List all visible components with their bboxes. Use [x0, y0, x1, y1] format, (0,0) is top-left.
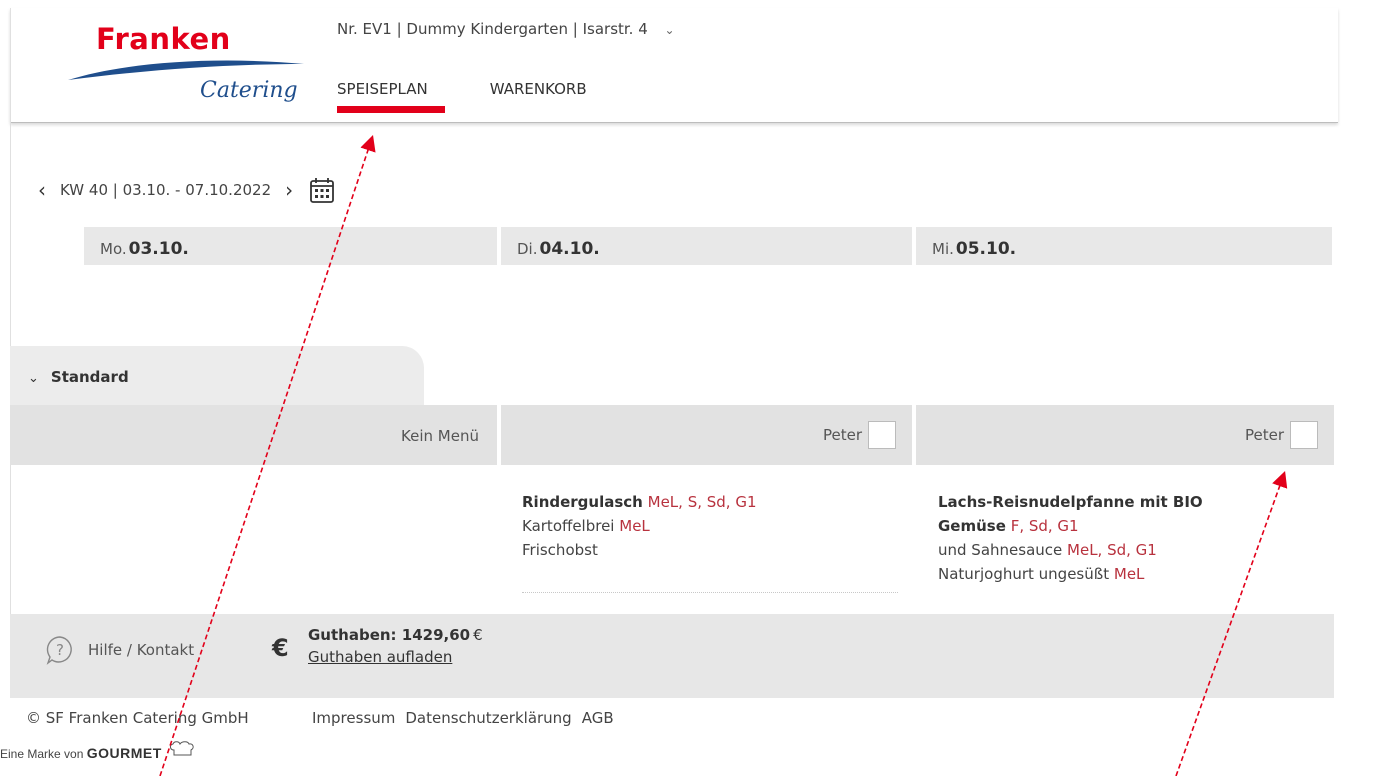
choice-cell-tuesday: Peter [501, 405, 912, 465]
logo-script: Catering [200, 78, 298, 103]
app-header: Franken Catering Nr. EV1 | Dummy Kinderg… [10, 8, 1338, 123]
footer-bar: ? Hilfe / Kontakt € Guthaben: 1429,60 € G… [10, 614, 1334, 698]
tab-speiseplan[interactable]: SPEISEPLAN [337, 80, 445, 113]
meal-divider [522, 592, 898, 593]
meal-title: Lachs-Reisnudelpfanne mit BIO [938, 493, 1203, 511]
order-checkbox-wednesday[interactable] [1290, 421, 1318, 449]
meal-line: Kartoffelbrei [522, 517, 615, 535]
meal-title-cont: Gemüse [938, 517, 1006, 535]
week-label: KW 40 | 03.10. - 07.10.2022 [60, 181, 272, 199]
day-prefix: Mi. [932, 240, 954, 258]
franken-catering-logo[interactable]: Franken Catering [66, 22, 306, 117]
meal-line: und Sahnesauce [938, 541, 1063, 559]
topup-link[interactable]: Guthaben aufladen [308, 648, 483, 666]
order-checkbox-tuesday[interactable] [868, 421, 896, 449]
svg-text:?: ? [56, 641, 64, 659]
next-week-icon[interactable]: › [285, 178, 293, 202]
brand-prefix: Eine Marke von [0, 747, 84, 761]
logo-brand: Franken [96, 22, 231, 56]
copyright: © SF Franken Catering GmbH [26, 709, 249, 727]
week-navigator: ‹ KW 40 | 03.10. - 07.10.2022 › [38, 176, 335, 204]
standard-section-tab[interactable]: ⌄ Standard [10, 346, 424, 406]
allergens: MeL [619, 517, 650, 535]
impressum-link[interactable]: Impressum [312, 709, 395, 727]
euro-icon: € [272, 634, 289, 662]
chef-hat-icon [170, 741, 194, 756]
footer-links: Impressum Datenschutzerklärung AGB [312, 709, 614, 727]
person-name: Peter [1244, 426, 1284, 444]
allergens: F, Sd, G1 [1010, 517, 1079, 535]
privacy-link[interactable]: Datenschutzerklärung [405, 709, 571, 727]
main-nav: SPEISEPLAN WARENKORB [337, 80, 587, 113]
section-title: Standard [50, 368, 129, 386]
day-prefix: Di. [517, 240, 538, 258]
balance-value: Guthaben: 1429,60 [308, 626, 471, 644]
help-label: Hilfe / Kontakt [88, 641, 195, 659]
no-menu-label: Kein Menü [401, 427, 479, 445]
meal-title: Rindergulasch [522, 493, 643, 511]
day-header-monday: Mo. 03.10. [84, 227, 497, 265]
day-date: 03.10. [128, 239, 189, 259]
calendar-icon[interactable] [309, 176, 335, 204]
meal-line: Naturjoghurt ungesüßt [938, 565, 1110, 583]
gourmet-logo: GOURMET [86, 745, 162, 761]
allergens: MeL, S, Sd, G1 [647, 493, 757, 511]
location-selector[interactable]: Nr. EV1 | Dummy Kindergarten | Isarstr. … [337, 20, 675, 38]
choice-cell-wednesday: Peter [916, 405, 1334, 465]
day-prefix: Mo. [100, 240, 127, 258]
menu-choice-row: Kein Menü Peter Peter [10, 405, 1334, 465]
day-header-wednesday: Mi. 05.10. [916, 227, 1332, 265]
day-header-row: Mo. 03.10. Di. 04.10. Mi. 05.10. [84, 227, 1334, 265]
agb-link[interactable]: AGB [582, 709, 614, 727]
allergens: MeL [1113, 565, 1145, 583]
day-date: 05.10. [955, 239, 1017, 259]
order-toggle-tuesday[interactable]: Peter [823, 421, 896, 449]
brand-notice: Eine Marke von GOURMET [0, 741, 194, 761]
location-label: Nr. EV1 | Dummy Kindergarten | Isarstr. … [337, 20, 648, 38]
help-contact-link[interactable]: ? Hilfe / Kontakt [44, 634, 194, 666]
meal-wednesday: Lachs-Reisnudelpfanne mit BIO Gemüse F, … [938, 490, 1203, 586]
help-bubble-icon: ? [46, 636, 72, 665]
standard-section-label: ⌄ Standard [28, 368, 129, 386]
chevron-down-icon: ⌄ [664, 23, 675, 37]
person-name: Peter [822, 426, 862, 444]
allergens: MeL, Sd, G1 [1067, 541, 1157, 559]
choice-cell-monday: Kein Menü [10, 405, 497, 465]
meal-line: Frischobst [522, 541, 598, 559]
previous-week-icon[interactable]: ‹ [38, 178, 46, 202]
day-date: 04.10. [539, 239, 600, 259]
balance-block: Guthaben: 1429,60 € Guthaben aufladen [308, 626, 483, 666]
order-toggle-wednesday[interactable]: Peter [1245, 421, 1318, 449]
meal-tuesday: Rindergulasch MeL, S, Sd, G1 Kartoffelbr… [522, 490, 757, 562]
tab-warenkorb[interactable]: WARENKORB [490, 80, 587, 113]
chevron-down-icon: ⌄ [28, 371, 39, 386]
day-header-tuesday: Di. 04.10. [501, 227, 912, 265]
balance-unit: € [473, 626, 483, 644]
